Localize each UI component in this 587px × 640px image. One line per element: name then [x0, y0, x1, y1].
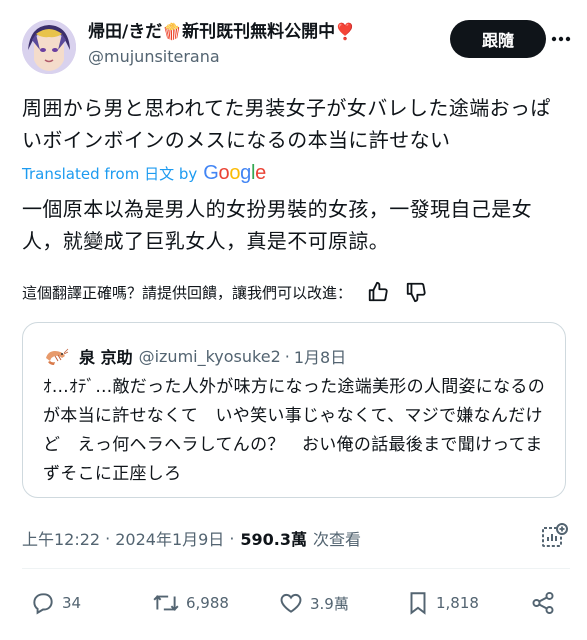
- google-logo-letter: o: [229, 162, 241, 184]
- google-logo-letter: G: [203, 162, 219, 184]
- heart-exclamation-emoji: ❣️: [335, 22, 356, 41]
- reply-button[interactable]: 34: [30, 590, 81, 616]
- action-bar: 34 6,988 3.9萬 1,818: [22, 590, 570, 624]
- author-name-text: 帰田/きだ: [88, 22, 163, 42]
- reply-icon: [33, 593, 53, 615]
- tweet-text: 周囲から男と思われてた男装女子が女バレした途端おっぱいボインボインのメスになるの…: [22, 96, 551, 152]
- thumbs-down-icon[interactable]: [404, 280, 428, 304]
- quoted-author-name: 泉 京助: [79, 348, 133, 367]
- google-logo: Google: [203, 162, 266, 185]
- retweet-count: 6,988: [186, 594, 229, 612]
- thumbs-up-icon[interactable]: [366, 280, 390, 304]
- tweet-time[interactable]: 上午12:22: [22, 526, 100, 550]
- author-handle[interactable]: @mujunsiterana: [88, 46, 355, 68]
- author-name-suffix: 新刊既刊無料公開中: [182, 22, 336, 42]
- shrimp-icon: [43, 343, 69, 369]
- tweet-date[interactable]: 2024年1月9日: [115, 526, 224, 550]
- more-options-icon[interactable]: [548, 26, 574, 52]
- divider: [22, 568, 570, 569]
- retweet-button[interactable]: 6,988: [152, 590, 229, 616]
- bookmark-count: 1,818: [436, 594, 479, 612]
- quoted-tweet-header: 泉 京助 @izumi_kyosuke2 · 1月8日: [43, 343, 346, 369]
- author-avatar[interactable]: [22, 20, 76, 74]
- reply-count: 34: [62, 594, 82, 612]
- quoted-tweet-text: ｵ…ｵﾃﾞ…敵だった人外が味方になった途端美形の人間姿になるのが本当に許せなくて…: [43, 377, 545, 484]
- quoted-date: 1月8日: [293, 348, 347, 367]
- quoted-separator: ·: [284, 346, 290, 366]
- view-count: 590.3萬: [240, 530, 308, 549]
- google-logo-letter: e: [255, 162, 266, 184]
- feedback-prompt: 這個翻譯正確嗎？請提供回饋，讓我們可以改進：: [22, 283, 353, 302]
- meta-separator: ·: [105, 528, 111, 548]
- share-icon: [532, 591, 554, 615]
- share-button[interactable]: [530, 590, 562, 616]
- tweet-meta: 上午12:22 · 2024年1月9日 · 590.3萬 次查看: [22, 526, 361, 550]
- popcorn-emoji: 🍿: [162, 22, 183, 41]
- follow-button[interactable]: 跟隨: [450, 20, 546, 58]
- google-logo-letter: g: [240, 162, 251, 184]
- view-count-label: 次查看: [313, 530, 362, 549]
- heart-icon: [280, 593, 302, 613]
- translated-from-label: Translated from 日文 by: [22, 165, 198, 183]
- translation-text: 一個原本以為是男人的女扮男裝的女孩，一發現自己是女人，就變成了巨乳女人，真是不可…: [22, 197, 532, 253]
- author-display-name[interactable]: 帰田/きだ🍿新刊既刊無料公開中❣️: [88, 20, 355, 44]
- quoted-author-handle: @izumi_kyosuke2: [138, 346, 281, 366]
- translation-feedback: 這個翻譯正確嗎？請提供回饋，讓我們可以改進：: [22, 280, 428, 304]
- bookmark-icon: [410, 592, 426, 615]
- like-button[interactable]: 3.9萬: [278, 590, 349, 616]
- bookmark-button[interactable]: 1,818: [406, 590, 479, 616]
- google-logo-letter: o: [218, 162, 230, 184]
- like-count: 3.9萬: [310, 594, 349, 613]
- retweet-icon: [153, 595, 179, 611]
- analytics-icon[interactable]: [540, 522, 568, 550]
- translation-attribution[interactable]: Translated from 日文 by Google: [22, 162, 266, 185]
- meta-separator-2: ·: [229, 528, 235, 548]
- tweet-header: 帰田/きだ🍿新刊既刊無料公開中❣️ @mujunsiterana 跟隨: [22, 16, 571, 78]
- quoted-tweet[interactable]: 泉 京助 @izumi_kyosuke2 · 1月8日 ｵ…ｵﾃﾞ…敵だった人外…: [22, 322, 566, 498]
